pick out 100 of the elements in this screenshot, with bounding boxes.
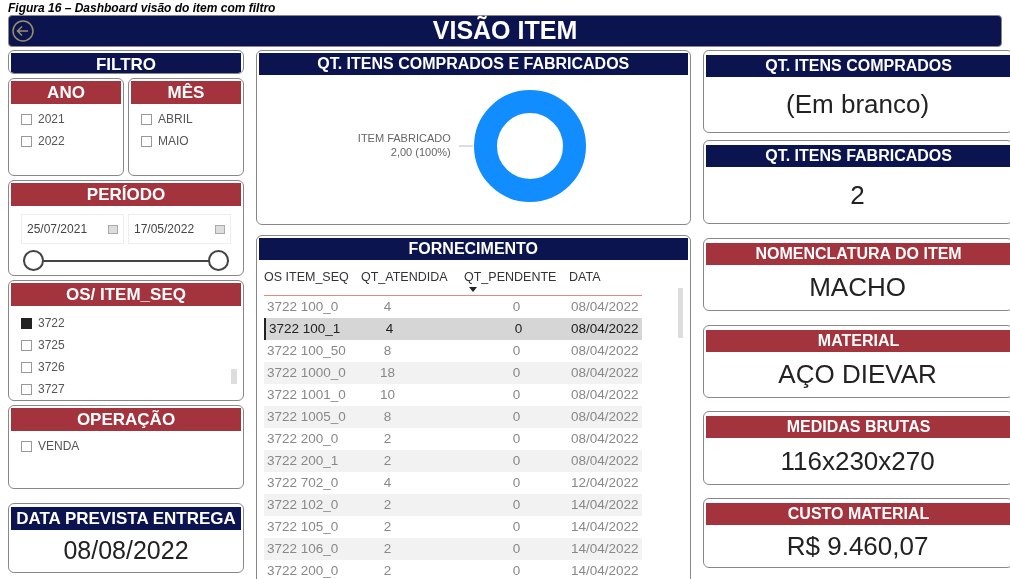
slider-handle[interactable] xyxy=(23,250,44,271)
kpi-value: MACHO xyxy=(809,271,906,304)
table-cell-text: 14/04/2022 xyxy=(570,561,640,579)
table-cell-text: 3722 102_0 xyxy=(266,495,340,514)
table-cell-text: 3722 105_0 xyxy=(266,517,340,536)
leader-line xyxy=(458,145,474,147)
checkbox-label: 3725 xyxy=(38,337,65,354)
calendar-icon[interactable] xyxy=(108,224,118,234)
table-cell-text: 08/04/2022 xyxy=(570,341,640,360)
table-cell-text: 0 xyxy=(511,495,522,514)
checkbox-label: 3726 xyxy=(38,359,65,376)
table-cell-text: 08/04/2022 xyxy=(570,407,640,426)
table-cell-text: 3722 106_0 xyxy=(266,539,340,558)
page-title: VISÃO ITEM xyxy=(431,14,579,47)
calendar-icon[interactable] xyxy=(215,224,225,234)
date-field[interactable]: 25/07/2021 xyxy=(21,214,124,244)
checkbox[interactable] xyxy=(21,135,32,147)
checkbox[interactable] xyxy=(21,339,32,351)
table-cell-text: 08/04/2022 xyxy=(571,319,640,338)
checkbox[interactable] xyxy=(141,113,152,125)
table-cell-text: 4 xyxy=(382,297,393,316)
checkbox-label: MAIO xyxy=(158,133,189,150)
table-cell-text: 2 xyxy=(382,495,393,514)
panel-title: FILTRO xyxy=(11,53,241,73)
kpi-value: AÇO DIEVAR xyxy=(778,358,937,391)
column-header[interactable]: QT_PENDENTE xyxy=(464,268,557,287)
checkbox-label: 3722 xyxy=(38,315,65,332)
kpi-value: 116x230x270 xyxy=(780,444,935,478)
table-row[interactable]: 3722 200_1 2 0 08/04/2022 xyxy=(264,450,642,472)
data-label: ITEM FABRICADO xyxy=(357,132,451,146)
checkbox[interactable] xyxy=(21,383,32,395)
table-cell-text: 3722 100_0 xyxy=(266,297,340,316)
data-label: 2,00 (100%) xyxy=(390,146,451,160)
table-cell-text: 2 xyxy=(382,517,393,536)
table-cell-text: 3722 100_50 xyxy=(266,341,347,360)
scrollbar-thumb[interactable] xyxy=(677,288,683,338)
table-cell-text: 4 xyxy=(384,319,395,338)
table-cell-text: 3722 200_0 xyxy=(266,561,340,579)
table-row[interactable]: 3722 106_0 2 0 14/04/2022 xyxy=(264,538,642,560)
table-cell-text: 4 xyxy=(382,473,393,492)
range-slider[interactable] xyxy=(23,250,229,272)
table-cell-text: 3722 1000_0 xyxy=(266,363,347,382)
panel-title: QT. ITENS FABRICADOS xyxy=(705,145,1010,167)
table-cell-text: 0 xyxy=(511,517,522,536)
date-field[interactable]: 17/05/2022 xyxy=(128,214,231,244)
checkbox[interactable] xyxy=(21,440,32,452)
panel-title: PERÍODO xyxy=(11,183,241,206)
table-row[interactable]: 3722 1000_0 18 0 08/04/2022 xyxy=(264,362,642,384)
checkbox-label: ABRIL xyxy=(158,111,193,128)
kpi-value: R$ 9.460,07 xyxy=(786,529,929,563)
table-row[interactable]: 3722 100_1 4 0 08/04/2022 xyxy=(264,318,642,340)
table-row[interactable]: 3722 1005_0 8 0 08/04/2022 xyxy=(264,406,642,428)
panel-title: QT. ITENS COMPRADOS xyxy=(705,55,1010,77)
checkbox-label: 3727 xyxy=(38,381,65,398)
figure-caption: Figura 16 – Dashboard visão do item com filtro xyxy=(8,2,276,14)
panel-title: QT. ITENS COMPRADOS E FABRICADOS xyxy=(259,53,688,75)
table-cell-text: 2 xyxy=(382,451,393,470)
checkbox[interactable] xyxy=(141,135,152,147)
table-cell-text: 0 xyxy=(511,561,522,579)
panel-title: MATERIAL xyxy=(705,330,1010,352)
column-header[interactable]: QT_ATENDIDA xyxy=(361,268,448,287)
table-cell-text: 0 xyxy=(511,429,522,448)
table-cell-text: 08/04/2022 xyxy=(570,385,640,404)
table-cell-text: 0 xyxy=(513,319,524,338)
table-cell-text: 18 xyxy=(379,363,396,382)
table-cell-text: 0 xyxy=(511,407,522,426)
panel-title: FORNECIMENTO xyxy=(259,238,688,260)
panel-title: ANO xyxy=(11,81,121,104)
panel-title: MEDIDAS BRUTAS xyxy=(705,416,1010,438)
table-cell-text: 3722 1005_0 xyxy=(266,407,347,426)
panel-title: OS/ ITEM_SEQ xyxy=(11,283,241,306)
table-row[interactable]: 3722 102_0 2 0 14/04/2022 xyxy=(264,494,642,516)
checkbox[interactable] xyxy=(21,317,32,329)
panel-title: MÊS xyxy=(131,81,241,104)
table-cell-text: 0 xyxy=(511,341,522,360)
table-cell-text: 0 xyxy=(511,297,522,316)
table-cell-text: 14/04/2022 xyxy=(570,517,640,536)
panel-title: DATA PREVISTA ENTREGA xyxy=(11,507,241,530)
panel-title: NOMENCLATURA DO ITEM xyxy=(705,243,1010,265)
table-cell-text: 8 xyxy=(382,407,393,426)
panel-title: OPERAÇÃO xyxy=(11,408,241,431)
scrollbar-thumb[interactable] xyxy=(231,369,237,384)
table-cell-text: 3722 702_0 xyxy=(266,473,340,492)
table-cell-text: 3722 200_1 xyxy=(266,451,340,470)
checkbox[interactable] xyxy=(21,361,32,373)
table-cell-text: 08/04/2022 xyxy=(570,363,640,382)
checkbox-label: 2022 xyxy=(38,133,65,150)
table-cell-text: 0 xyxy=(511,385,522,404)
table-cell-text: 14/04/2022 xyxy=(570,495,640,514)
back-icon[interactable] xyxy=(12,20,34,42)
table-cell-text: 3722 1001_0 xyxy=(266,385,347,404)
table-cell-text: 12/04/2022 xyxy=(570,473,640,492)
slider-handle[interactable] xyxy=(208,250,229,271)
column-header[interactable]: DATA xyxy=(569,268,601,287)
checkbox-label: 2021 xyxy=(38,111,65,128)
panel-title: CUSTO MATERIAL xyxy=(705,503,1010,525)
checkbox[interactable] xyxy=(21,113,32,125)
column-header[interactable]: OS ITEM_SEQ xyxy=(264,268,349,287)
table-cell-text: 08/04/2022 xyxy=(570,429,640,448)
table-cell-text: 2 xyxy=(382,539,393,558)
